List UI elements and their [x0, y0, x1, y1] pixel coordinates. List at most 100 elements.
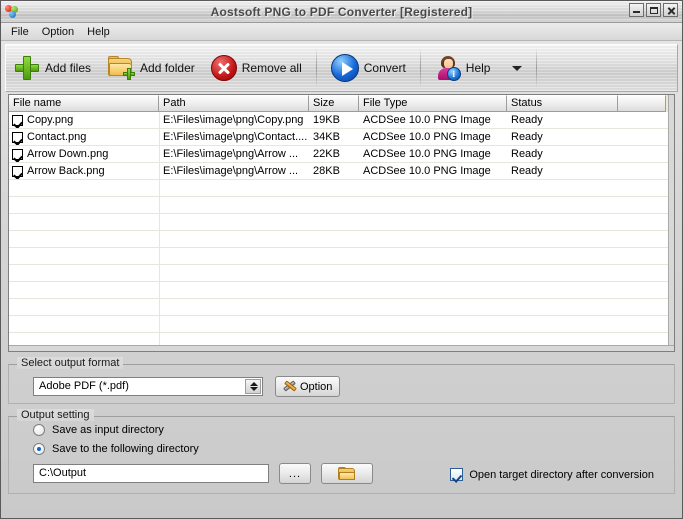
- cell-blank: [618, 112, 666, 128]
- table-row[interactable]: Arrow Back.png E:\Files\image\png\Arrow .…: [9, 163, 674, 180]
- column-header-path[interactable]: Path: [159, 95, 309, 112]
- output-setting-group: Output setting Save as input directory S…: [8, 409, 675, 494]
- cell-size: 19KB: [313, 114, 340, 126]
- spinner-arrows-icon[interactable]: [245, 379, 261, 394]
- add-folder-button[interactable]: Add folder: [99, 46, 203, 90]
- radio-input-dir-label: Save as input directory: [52, 424, 164, 436]
- column-header-blank[interactable]: [618, 95, 666, 112]
- cell-size: 34KB: [313, 131, 340, 143]
- table-row-empty[interactable]: [9, 265, 674, 282]
- remove-all-button[interactable]: Remove all: [203, 46, 310, 90]
- toolbar-separator-1: [315, 48, 317, 88]
- row-checkbox[interactable]: [12, 114, 23, 126]
- menu-item-option[interactable]: Option: [38, 25, 83, 39]
- column-header-file-type[interactable]: File Type: [359, 95, 507, 112]
- cell-blank: [618, 163, 666, 179]
- cell-status: Ready: [511, 114, 543, 126]
- blue-play-circle-icon: [330, 54, 359, 82]
- cell-file-type: ACDSee 10.0 PNG Image: [363, 165, 491, 177]
- menu-item-help[interactable]: Help: [83, 25, 119, 39]
- cell-file-name: Contact.png: [27, 131, 87, 143]
- column-header-file-name[interactable]: File name: [9, 95, 159, 112]
- cell-blank: [9, 231, 159, 247]
- close-button[interactable]: [663, 3, 678, 17]
- column-header-status[interactable]: Status: [507, 95, 618, 112]
- add-files-label: Add files: [45, 61, 92, 75]
- radio-input-dir-indicator[interactable]: [33, 424, 45, 436]
- option-button-label: Option: [300, 380, 333, 393]
- cell-file-name-container: Arrow Back.png: [9, 163, 159, 179]
- row-checkbox[interactable]: [12, 148, 23, 160]
- table-row-empty[interactable]: [9, 214, 674, 231]
- cell-blank: [9, 265, 159, 281]
- cell-blank: [9, 197, 159, 213]
- cell-file-name: Arrow Down.png: [27, 148, 109, 160]
- chevron-down-icon[interactable]: [512, 65, 523, 71]
- red-x-circle-icon: [210, 55, 237, 81]
- table-row[interactable]: Copy.png E:\Files\image\png\Copy.png 19KB A…: [9, 112, 674, 129]
- vertical-scrollbar[interactable]: [668, 95, 674, 351]
- help-button[interactable]: i Help: [427, 46, 531, 90]
- open-target-directory-checkbox[interactable]: Open target directory after conversion: [450, 468, 654, 481]
- open-folder-button[interactable]: [321, 463, 373, 484]
- toolbar: Add files Add folder Remove all Convert: [5, 44, 678, 92]
- toolbar-separator-2: [419, 48, 421, 88]
- open-target-label: Open target directory after conversion: [469, 468, 654, 481]
- table-row[interactable]: Contact.png E:\Files\image\png\Contact...…: [9, 129, 674, 146]
- cell-blank: [9, 248, 159, 264]
- minimize-button[interactable]: [629, 3, 644, 17]
- wrench-tools-icon: [283, 379, 297, 394]
- row-checkbox[interactable]: [12, 165, 23, 177]
- cell-file-type: ACDSee 10.0 PNG Image: [363, 131, 491, 143]
- help-label: Help: [465, 61, 491, 75]
- convert-button[interactable]: Convert: [323, 46, 414, 90]
- cell-status: Ready: [511, 131, 543, 143]
- convert-label: Convert: [363, 61, 406, 75]
- table-row-empty[interactable]: [9, 282, 674, 299]
- help-person-icon: i: [435, 55, 461, 81]
- output-directory-input[interactable]: C:\Output: [33, 464, 269, 483]
- window-title: Aostsoft PNG to PDF Converter [Registere…: [210, 4, 473, 19]
- maximize-button[interactable]: [646, 3, 661, 17]
- title-bar: Aostsoft PNG to PDF Converter [Registere…: [1, 1, 682, 23]
- output-format-group: Select output format Adobe PDF (*.pdf) O…: [8, 357, 675, 404]
- cell-file-type: ACDSee 10.0 PNG Image: [363, 114, 491, 126]
- cell-file-name-container: Arrow Down.png: [9, 146, 159, 162]
- radio-save-to-following-directory[interactable]: Save to the following directory: [9, 443, 674, 455]
- output-format-selected-value: Adobe PDF (*.pdf): [39, 380, 129, 392]
- cell-path: E:\Files\image\png\Arrow ...: [163, 148, 299, 160]
- output-format-select[interactable]: Adobe PDF (*.pdf): [33, 377, 263, 396]
- add-folder-label: Add folder: [140, 61, 195, 75]
- radio-following-dir-indicator[interactable]: [33, 443, 45, 455]
- open-folder-icon: [338, 466, 356, 481]
- open-target-check-indicator[interactable]: [450, 468, 464, 481]
- cell-file-name: Arrow Back.png: [27, 165, 105, 177]
- option-button[interactable]: Option: [275, 376, 341, 397]
- add-files-button[interactable]: Add files: [6, 46, 99, 90]
- table-row-empty[interactable]: [9, 248, 674, 265]
- cell-file-name-container: Copy.png: [9, 112, 159, 128]
- column-divider: [159, 112, 160, 351]
- table-row-empty[interactable]: [9, 197, 674, 214]
- file-list[interactable]: File name Path Size File Type Status Copy.pn…: [8, 94, 675, 352]
- cell-blank: [9, 214, 159, 230]
- remove-all-label: Remove all: [241, 61, 302, 75]
- cell-file-type: ACDSee 10.0 PNG Image: [363, 148, 491, 160]
- column-header-size[interactable]: Size: [309, 95, 359, 112]
- cell-file-name: Copy.png: [27, 114, 74, 126]
- file-list-body[interactable]: Copy.png E:\Files\image\png\Copy.png 19KB A…: [9, 112, 674, 351]
- row-checkbox[interactable]: [12, 131, 23, 143]
- table-row-empty[interactable]: [9, 316, 674, 333]
- browse-dots-button[interactable]: ...: [279, 463, 311, 484]
- table-row-empty[interactable]: [9, 231, 674, 248]
- table-row-empty[interactable]: [9, 180, 674, 197]
- table-row[interactable]: Arrow Down.png E:\Files\image\png\Arrow .…: [9, 146, 674, 163]
- horizontal-scrollbar[interactable]: [9, 345, 674, 351]
- table-row-empty[interactable]: [9, 299, 674, 316]
- toolbar-separator-3: [536, 48, 538, 88]
- output-format-group-label: Select output format: [17, 357, 124, 369]
- menu-item-file[interactable]: File: [7, 25, 38, 39]
- cell-status: Ready: [511, 165, 543, 177]
- radio-save-as-input-directory[interactable]: Save as input directory: [9, 424, 674, 436]
- cell-path: E:\Files\image\png\Arrow ...: [163, 165, 299, 177]
